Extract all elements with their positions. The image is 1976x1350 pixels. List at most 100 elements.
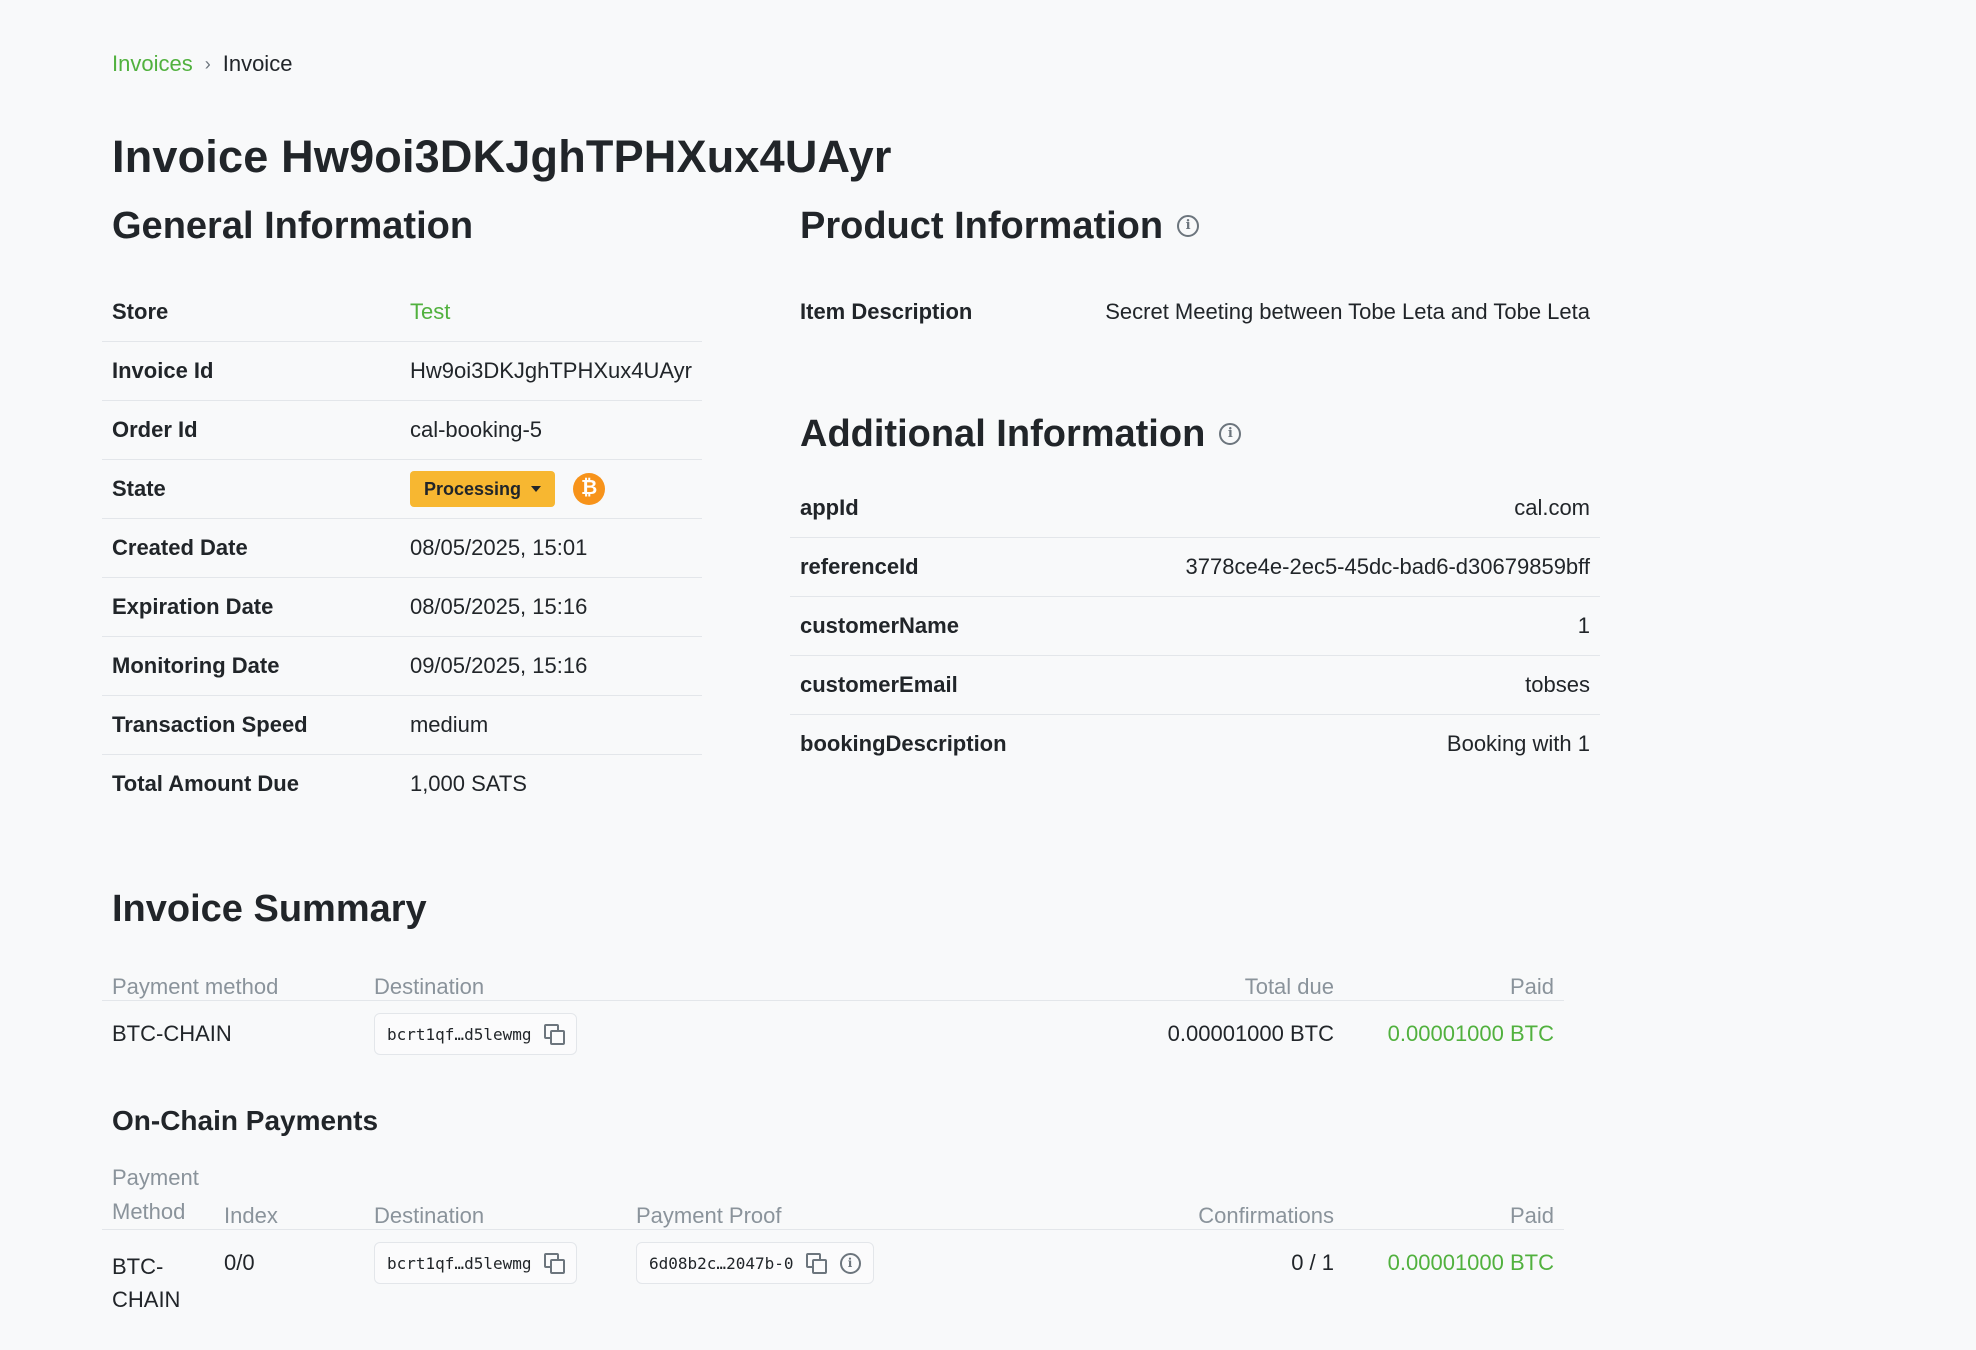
general-information-title: General Information bbox=[112, 205, 474, 247]
destination-address: bcrt1qf…d5lewmg bbox=[374, 1242, 577, 1284]
on-chain-payments-title: On-Chain Payments bbox=[112, 1105, 379, 1136]
copy-icon[interactable] bbox=[543, 1024, 565, 1045]
table-header-row: Payment method Destination Total due Pai… bbox=[102, 950, 1564, 1001]
chevron-right-icon: › bbox=[204, 53, 211, 74]
table-row: Invoice Id Hw9oi3DKJghTPHXux4UAyr bbox=[102, 341, 702, 401]
row-label: Expiration Date bbox=[102, 577, 400, 637]
additional-information-title-text: Additional Information bbox=[800, 413, 1206, 455]
breadcrumb: Invoices › Invoice bbox=[112, 48, 1562, 80]
row-label: Created Date bbox=[102, 518, 400, 578]
breadcrumb-current: Invoice bbox=[222, 51, 293, 76]
row-value: Booking with 1 bbox=[1446, 731, 1590, 756]
info-icon[interactable]: i bbox=[839, 1252, 861, 1274]
invoice-summary-section: Invoice Summary Payment method Destinati… bbox=[102, 888, 1574, 1316]
row-label: Total Amount Due bbox=[112, 771, 299, 796]
table-row: Created Date 08/05/2025, 15:01 bbox=[102, 518, 702, 578]
table-row: bookingDescription Booking with 1 bbox=[790, 715, 1600, 774]
page: Invoices › Invoice Invoice Hw9oi3DKJghTP… bbox=[102, 48, 1600, 1312]
header-payment-method: Payment Method bbox=[102, 1151, 214, 1230]
table-row: BTC-CHAIN bcrt1qf…d5lewmg 0.00001000 BTC… bbox=[102, 1001, 1564, 1055]
breadcrumb-invoices-link[interactable]: Invoices bbox=[112, 51, 193, 77]
header-payment-proof: Payment Proof bbox=[626, 1151, 1124, 1230]
transaction-speed-value: medium bbox=[399, 695, 702, 755]
info-icon[interactable]: i bbox=[1177, 215, 1200, 237]
table-row: Item Description Secret Meeting between … bbox=[790, 283, 1600, 341]
state-cell: Processing ₿ bbox=[399, 459, 702, 519]
table-row: Order Id cal-booking-5 bbox=[102, 400, 702, 460]
general-information-section: General Information Store Test Invoice I… bbox=[102, 205, 702, 813]
monitoring-date-value: 09/05/2025, 15:16 bbox=[399, 636, 702, 696]
header-destination: Destination bbox=[364, 1151, 626, 1230]
product-information-table: Item Description Secret Meeting between … bbox=[790, 283, 1600, 341]
row-label: Item Description bbox=[800, 299, 973, 324]
table-row: Monitoring Date 09/05/2025, 15:16 bbox=[102, 636, 702, 696]
row-label: Transaction Speed bbox=[102, 695, 400, 755]
payment-proof-cell: 6d08b2c…2047b-0 i bbox=[626, 1230, 1124, 1317]
product-information-title-text: Product Information bbox=[800, 205, 1164, 247]
bitcoin-icon: ₿ bbox=[573, 472, 606, 505]
item-description-value: Secret Meeting between Tobe Leta and Tob… bbox=[1105, 299, 1590, 324]
copy-icon[interactable] bbox=[805, 1253, 827, 1274]
payment-proof-text: 6d08b2c…2047b-0 bbox=[649, 1253, 794, 1273]
row-label: Store bbox=[102, 283, 400, 342]
total-amount-due-value: 1,000 SATS bbox=[409, 771, 527, 796]
row-value: cal.com bbox=[1090, 479, 1600, 538]
total-due-cell: 0.00001000 BTC bbox=[1167, 1021, 1334, 1046]
payment-method-line1: BTC- bbox=[112, 1254, 164, 1279]
table-row: Expiration Date 08/05/2025, 15:16 bbox=[102, 577, 702, 637]
paid-cell: 0.00001000 BTC bbox=[1387, 1021, 1554, 1046]
invoice-summary-table: Payment method Destination Total due Pai… bbox=[102, 950, 1564, 1055]
payment-method-cell: BTC- CHAIN bbox=[102, 1230, 214, 1317]
table-row: customerEmail tobses bbox=[790, 655, 1600, 715]
additional-information-table: appId cal.com referenceId 3778ce4e-2ec5-… bbox=[790, 479, 1600, 773]
order-id-value: cal-booking-5 bbox=[399, 400, 702, 460]
invoice-id-value: Hw9oi3DKJghTPHXux4UAyr bbox=[399, 341, 702, 401]
header-destination: Destination bbox=[364, 950, 1064, 1001]
table-row: Total Amount Due 1,000 SATS bbox=[102, 755, 702, 814]
row-value: 3778ce4e-2ec5-45dc-bad6-d30679859bff bbox=[1090, 537, 1600, 597]
created-date-value: 08/05/2025, 15:01 bbox=[399, 518, 702, 578]
table-row: appId cal.com bbox=[790, 479, 1600, 538]
destination-cell: bcrt1qf…d5lewmg bbox=[364, 1001, 1064, 1055]
header-payment-method-line2: Method bbox=[112, 1199, 186, 1224]
header-payment-method-line1: Payment bbox=[112, 1165, 199, 1190]
info-icon[interactable]: i bbox=[1219, 423, 1242, 445]
on-chain-payments-table: Payment Method Index Destination Payment… bbox=[102, 1151, 1564, 1316]
index-cell: 0/0 bbox=[224, 1250, 255, 1275]
row-label: customerName bbox=[790, 596, 1090, 656]
state-dropdown-button[interactable]: Processing bbox=[409, 471, 555, 507]
confirmations-cell: 0 / 1 bbox=[1291, 1250, 1334, 1275]
header-paid: Paid bbox=[1344, 950, 1564, 1001]
header-total-due: Total due bbox=[1064, 950, 1344, 1001]
header-index: Index bbox=[214, 1151, 364, 1230]
table-row: BTC- CHAIN 0/0 bcrt1qf…d5lewmg 6d08b2c…2… bbox=[102, 1230, 1564, 1317]
row-label: customerEmail bbox=[790, 655, 1090, 715]
destination-address-text: bcrt1qf…d5lewmg bbox=[387, 1253, 532, 1273]
additional-information-title: Additional Information i bbox=[800, 415, 1590, 453]
product-information-section: Product Information i Item Description S… bbox=[800, 207, 1590, 341]
caret-down-icon bbox=[531, 486, 541, 492]
copy-icon[interactable] bbox=[543, 1253, 565, 1274]
row-label: appId bbox=[790, 479, 1090, 538]
destination-cell: bcrt1qf…d5lewmg bbox=[364, 1230, 626, 1317]
table-row: State Processing ₿ bbox=[102, 459, 702, 519]
page-title: Invoice Hw9oi3DKJghTPHXux4UAyr bbox=[112, 131, 892, 182]
product-information-title: Product Information i bbox=[800, 207, 1590, 245]
row-label: Monitoring Date bbox=[102, 636, 400, 696]
row-label: Order Id bbox=[102, 400, 400, 460]
store-link[interactable]: Test bbox=[399, 283, 702, 342]
table-row: Store Test bbox=[102, 283, 702, 342]
payment-method-cell: BTC-CHAIN bbox=[112, 1021, 232, 1046]
header-payment-method: Payment method bbox=[102, 950, 364, 1001]
row-label: bookingDescription bbox=[800, 731, 1007, 756]
expiration-date-value: 08/05/2025, 15:16 bbox=[399, 577, 702, 637]
state-label: Processing bbox=[423, 478, 521, 499]
table-row: referenceId 3778ce4e-2ec5-45dc-bad6-d306… bbox=[790, 537, 1600, 597]
destination-address-text: bcrt1qf…d5lewmg bbox=[387, 1024, 532, 1044]
row-label: State bbox=[102, 459, 400, 519]
payment-proof: 6d08b2c…2047b-0 i bbox=[636, 1242, 874, 1284]
additional-information-section: Additional Information i appId cal.com r… bbox=[790, 415, 1600, 773]
row-label: referenceId bbox=[790, 537, 1090, 597]
row-value: 1 bbox=[1090, 596, 1600, 656]
invoice-summary-title: Invoice Summary bbox=[112, 888, 427, 930]
